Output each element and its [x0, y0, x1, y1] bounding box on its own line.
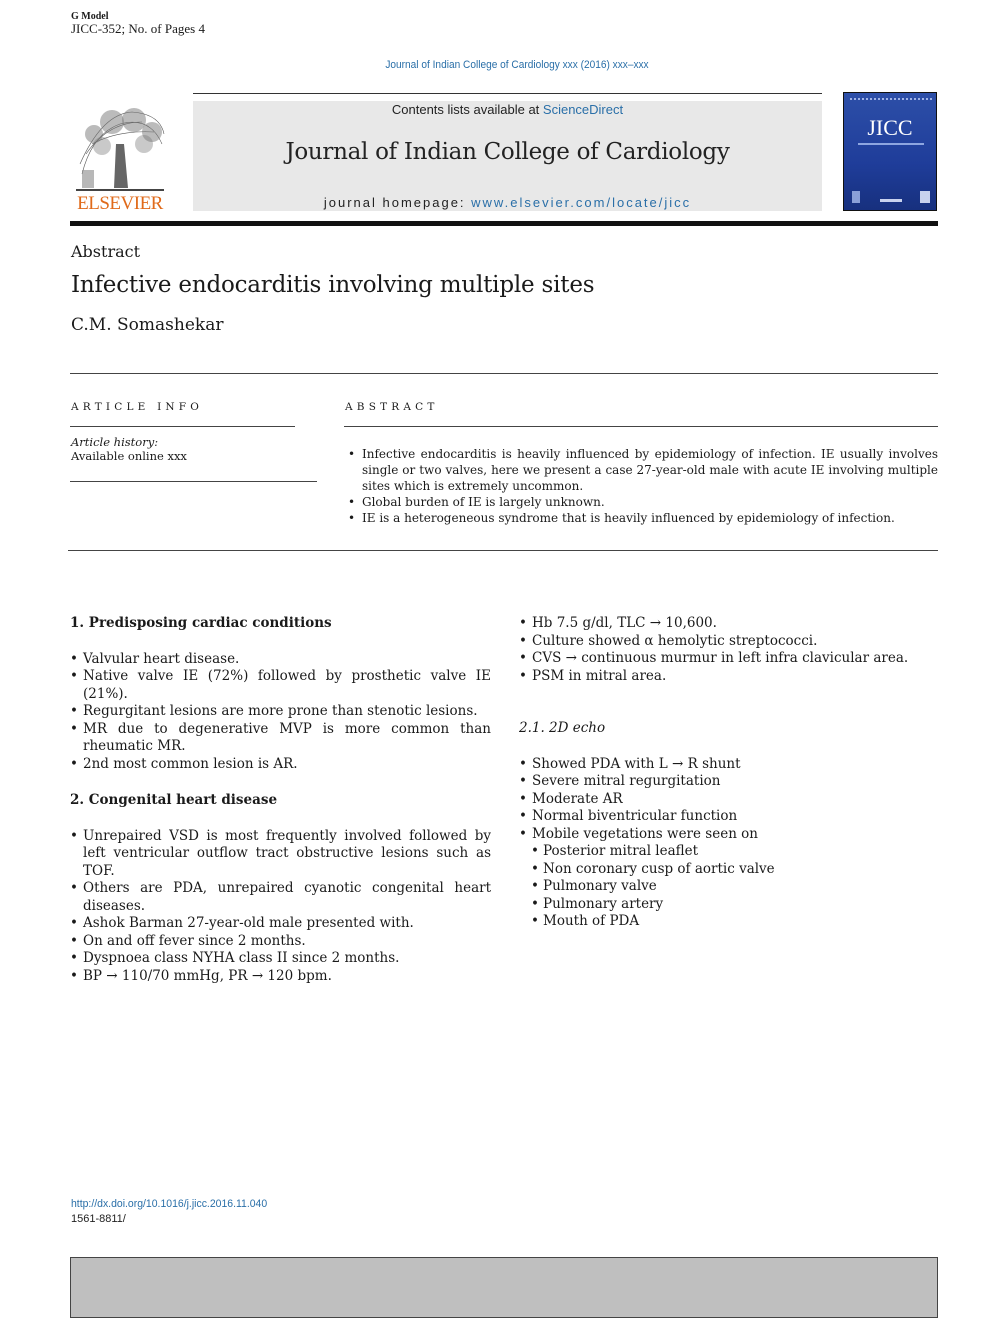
vegetation-site-bullet: Pulmonary valve [519, 878, 939, 896]
vegetation-site-bullet: Mouth of PDA [519, 913, 939, 931]
abstract-rule [344, 426, 938, 427]
article-author: C.M. Somashekar [71, 315, 224, 335]
abstract-bullet-list: Infective endocarditis is heavily influe… [345, 446, 938, 526]
article-info-rule [70, 426, 295, 427]
findings-bullet: Hb 7.5 g/dl, TLC → 10,600. [519, 615, 939, 633]
cover-header-line [850, 98, 932, 102]
section2-bullet: Dyspnoea class NYHA class II since 2 mon… [70, 950, 491, 968]
findings-bullet: PSM in mitral area. [519, 668, 939, 686]
title-divider [70, 373, 938, 374]
echo-bullet-list: Showed PDA with L → R shunt Severe mitra… [519, 756, 939, 931]
findings-bullet: CVS → continuous murmur in left infra cl… [519, 650, 939, 668]
homepage-prefix: journal homepage: [323, 195, 472, 210]
echo-bullet: Severe mitral regurgitation [519, 773, 939, 791]
section1-bullet-list: Valvular heart disease. Native valve IE … [70, 651, 491, 774]
article-type-label: Abstract [71, 242, 141, 261]
sciencedirect-link[interactable]: ScienceDirect [543, 102, 623, 117]
abstract-bullet: Global burden of IE is largely unknown. [345, 494, 938, 510]
journal-homepage-line: journal homepage: www.elsevier.com/locat… [193, 195, 822, 210]
article-info-heading: ARTICLE INFO [71, 401, 204, 413]
issn: 1561-8811/ [71, 1213, 126, 1225]
subsection-heading-2-1: 2.1. 2D echo [519, 720, 606, 736]
findings-bullet: Culture showed α hemolytic streptococci. [519, 633, 939, 651]
body-column-left: 1. Predisposing cardiac conditions Valvu… [70, 615, 491, 985]
abstract-divider [68, 550, 938, 551]
section2-bullet-list: Unrepaired VSD is most frequently involv… [70, 828, 491, 986]
cover-subtitle-line [858, 143, 924, 145]
article-info-bottom-rule [70, 481, 317, 482]
vegetation-site-bullet: Posterior mitral leaflet [519, 843, 939, 861]
header-rule [193, 93, 822, 94]
section1-bullet: MR due to degenerative MVP is more commo… [70, 721, 491, 756]
clinical-findings-list: Hb 7.5 g/dl, TLC → 10,600. Culture showe… [519, 615, 939, 685]
section1-bullet: Regurgitant lesions are more prone than … [70, 703, 491, 721]
echo-bullet: Moderate AR [519, 791, 939, 809]
homepage-link[interactable]: www.elsevier.com/locate/jicc [471, 195, 691, 210]
section2-bullet: Unrepaired VSD is most frequently involv… [70, 828, 491, 881]
article-title: Infective endocarditis involving multipl… [71, 272, 595, 298]
section2-bullet: Others are PDA, unrepaired cyanotic cong… [70, 880, 491, 915]
body-column-right: Hb 7.5 g/dl, TLC → 10,600. Culture showe… [519, 615, 939, 931]
echo-bullet: Showed PDA with L → R shunt [519, 756, 939, 774]
footer-placeholder-box [70, 1257, 938, 1318]
contents-line: Contents lists available at ScienceDirec… [193, 102, 822, 117]
cover-title: JICC [867, 115, 913, 140]
section-heading-1: 1. Predisposing cardiac conditions [70, 615, 332, 631]
article-in-press-stamp: ARTICLE IN PRESS [357, 8, 653, 43]
section2-bullet: On and off fever since 2 months. [70, 933, 491, 951]
section-heading-2: 2. Congenital heart disease [70, 792, 278, 808]
journal-cover-image: JICC [843, 92, 937, 211]
article-history-label: Article history: [71, 435, 159, 449]
abstract-bullet: IE is a heterogeneous syndrome that is h… [345, 510, 938, 526]
section1-bullet: Valvular heart disease. [70, 651, 491, 669]
journal-reference[interactable]: Journal of Indian College of Cardiology … [41, 59, 992, 71]
journal-title: Journal of Indian College of Cardiology [285, 139, 730, 165]
cover-publisher-mark [880, 199, 902, 202]
abstract-bullet: Infective endocarditis is heavily influe… [345, 446, 938, 494]
contents-prefix: Contents lists available at [391, 102, 543, 117]
doi-link[interactable]: http://dx.doi.org/10.1016/j.jicc.2016.11… [71, 1198, 267, 1210]
header-thick-rule [70, 221, 938, 226]
elsevier-tree-logo-icon [76, 108, 165, 191]
vegetation-site-bullet: Non coronary cusp of aortic valve [519, 861, 939, 879]
section2-bullet: Ashok Barman 27-year-old male presented … [70, 915, 491, 933]
cover-elsevier-icon [852, 191, 860, 203]
echo-bullet: Mobile vegetations were seen on [519, 826, 939, 844]
section2-bullet: BP → 110/70 mmHg, PR → 120 bpm. [70, 968, 491, 986]
echo-bullet: Normal biventricular function [519, 808, 939, 826]
vegetation-site-bullet: Pulmonary artery [519, 896, 939, 914]
elsevier-logo-text: ELSEVIER [77, 193, 163, 214]
abstract-heading: ABSTRACT [345, 401, 439, 413]
cover-society-seal-icon [920, 191, 930, 203]
section1-bullet: Native valve IE (72%) followed by prosth… [70, 668, 491, 703]
article-history-value: Available online xxx [71, 449, 187, 463]
section1-bullet: 2nd most common lesion is AR. [70, 756, 491, 774]
